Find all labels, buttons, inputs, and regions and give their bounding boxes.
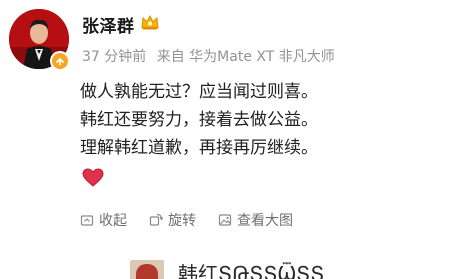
post-line: 做人孰能无过？应当闻过则喜。 xyxy=(80,82,318,102)
post-meta: 37 分钟前 来自 华为Mate XT 非凡大师 xyxy=(82,46,335,66)
post-source[interactable]: 来自 华为Mate XT 非凡大师 xyxy=(157,49,335,65)
post-content: 做人孰能无过？应当闻过则喜。 韩红还要努力，接着去做公益。 理解韩红道歉，再接再… xyxy=(80,78,318,162)
view-image-label: 查看大图 xyxy=(237,213,293,229)
repost-thumbnail[interactable] xyxy=(130,260,164,279)
post-line: 理解韩红道歉，再接再厉继续。 xyxy=(80,138,318,158)
crown-icon[interactable] xyxy=(140,13,160,31)
weibo-post: 张泽群 37 分钟前 来自 华为Mate XT 非凡大师 做人孰能无过？应当闻过… xyxy=(0,0,451,279)
rotate-icon xyxy=(149,213,163,226)
username[interactable]: 张泽群 xyxy=(82,12,135,37)
post-actions: 收起 旋转 查看大图 xyxy=(80,210,315,230)
view-image-button[interactable]: 查看大图 xyxy=(218,210,293,230)
view-image-icon xyxy=(218,214,232,226)
collapse-icon xyxy=(80,215,94,226)
rotate-label: 旋转 xyxy=(168,213,196,229)
verified-badge-icon xyxy=(50,51,70,71)
post-time: 37 分钟前 xyxy=(82,49,147,65)
heart-icon xyxy=(82,168,104,187)
collapse-button[interactable]: 收起 xyxy=(80,210,127,230)
rotate-button[interactable]: 旋转 xyxy=(149,210,196,230)
post-line: 韩红还要努力，接着去做公益。 xyxy=(80,110,318,130)
repost-preview-text[interactable]: 韩红ՏԹՏՏѾՏՏ xyxy=(178,258,324,279)
collapse-label: 收起 xyxy=(99,213,127,229)
